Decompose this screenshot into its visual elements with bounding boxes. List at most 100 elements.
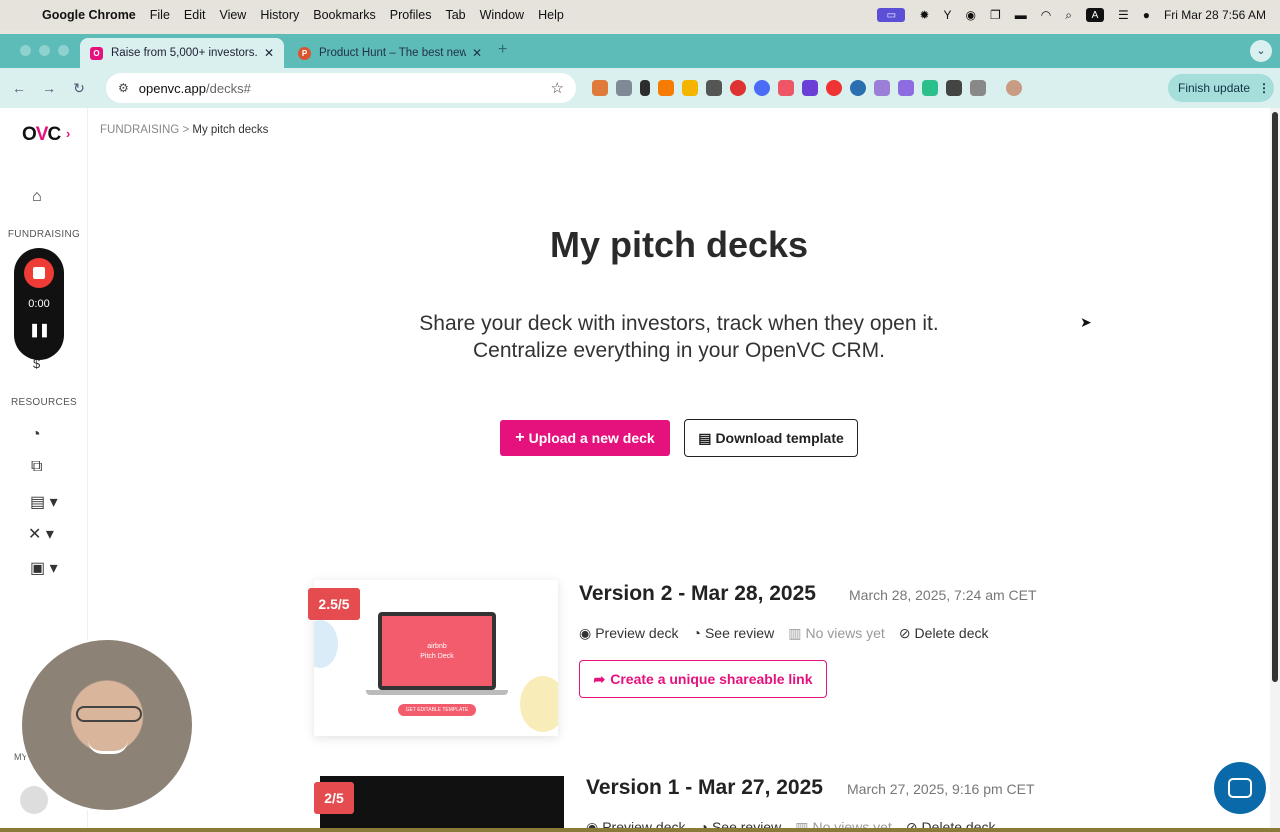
dashboard-gauge-icon[interactable]: ◔ (31, 426, 41, 444)
menu-help[interactable]: Help (538, 8, 564, 22)
extension-icon[interactable] (706, 80, 722, 96)
extension-icon[interactable] (850, 80, 866, 96)
webcam-overlay (20, 638, 194, 812)
book-dropdown-icon[interactable]: ▤ ▾ (30, 492, 58, 512)
tab-product-hunt[interactable]: P Product Hunt – The best new ✕ (288, 38, 492, 68)
thumb-title: Pitch Deck (420, 652, 454, 660)
openvc-logo[interactable]: OVC (22, 124, 61, 146)
menu-bookmarks[interactable]: Bookmarks (313, 8, 376, 22)
see-review-label: See review (711, 819, 782, 828)
back-arrow-icon[interactable]: ← (4, 80, 34, 96)
create-shareable-link-button[interactable]: ➦ Create a unique shareable link (579, 660, 827, 698)
decor-blob (314, 620, 338, 668)
close-window-button[interactable] (20, 45, 31, 56)
brightness-icon[interactable]: ✹ (919, 8, 929, 22)
spotlight-icon[interactable]: ⌕ (1065, 8, 1072, 23)
eyedropper-icon[interactable] (640, 80, 650, 96)
download-template-button[interactable]: ▤ Download template (684, 419, 858, 457)
finish-update-button[interactable]: Finish update ⋮ (1168, 74, 1274, 102)
delete-deck-link[interactable]: ⊘ Delete deck (906, 819, 996, 828)
menu-tab[interactable]: Tab (445, 8, 465, 22)
menu-window[interactable]: Window (480, 8, 524, 22)
extension-icon[interactable] (922, 80, 938, 96)
menu-file[interactable]: File (150, 8, 170, 22)
scrollbar-thumb[interactable] (1272, 112, 1278, 682)
site-info-icon[interactable]: ⚙ (118, 81, 129, 95)
views-label: No views yet (812, 819, 892, 828)
home-icon[interactable]: ⌂ (32, 188, 42, 206)
menu-edit[interactable]: Edit (184, 8, 206, 22)
adblock-icon[interactable] (826, 80, 842, 96)
close-tab-icon[interactable]: ✕ (264, 46, 274, 60)
new-tab-button[interactable]: + (498, 41, 507, 59)
plus-icon: + (515, 429, 525, 446)
screen-share-icon[interactable]: ▭ (877, 8, 906, 22)
preview-deck-link[interactable]: ◉ Preview deck (586, 819, 685, 828)
wifi-icon[interactable]: ◠ (1041, 8, 1051, 22)
chat-widget-button[interactable] (1214, 762, 1266, 814)
user-avatar[interactable] (20, 786, 48, 814)
page-scrollbar[interactable] (1270, 108, 1280, 828)
delete-deck-link[interactable]: ⊘ Delete deck (899, 625, 989, 642)
bookmark-star-icon[interactable]: ☆ (551, 79, 564, 97)
deck-version-title: Version 2 - Mar 28, 2025 (579, 582, 816, 605)
extension-icon[interactable] (874, 80, 890, 96)
pause-icon[interactable]: ❚❚ (14, 322, 64, 338)
wechat-icon[interactable]: ◉ (965, 8, 975, 22)
menu-view[interactable]: View (219, 8, 246, 22)
tags-icon[interactable]: ⧉ (31, 458, 42, 476)
battery-icon[interactable]: ▬ (1015, 8, 1027, 22)
extension-icon[interactable] (898, 80, 914, 96)
reload-icon[interactable]: ↻ (64, 80, 94, 97)
tab-title: Raise from 5,000+ investors. (111, 47, 258, 59)
extension-icon[interactable] (946, 80, 962, 96)
tools-dropdown-icon[interactable]: ✕ ▾ (28, 524, 54, 544)
upload-deck-button[interactable]: + Upload a new deck (500, 420, 670, 456)
subtitle-line-2: Centralize everything in your OpenVC CRM… (472, 339, 885, 362)
extension-icon[interactable] (754, 80, 770, 96)
upload-deck-label: Upload a new deck (528, 430, 655, 446)
menu-clock[interactable]: Fri Mar 28 7:56 AM (1164, 8, 1266, 22)
extension-icon[interactable] (616, 80, 632, 96)
extension-icon[interactable] (802, 80, 818, 96)
decor-blob (520, 676, 558, 732)
breadcrumb-parent[interactable]: FUNDRAISING (100, 124, 179, 136)
see-review-link[interactable]: ◔ See review (699, 819, 781, 828)
page-title: My pitch decks (549, 224, 809, 265)
profile-avatar-icon[interactable] (1006, 80, 1022, 96)
browser-tab-strip: O Raise from 5,000+ investors. ✕ P Produ… (0, 34, 1280, 68)
address-bar[interactable]: ⚙ openvc.app/decks# ☆ (106, 73, 576, 103)
window-icon[interactable]: ❐ (990, 8, 1001, 22)
deck-thumbnail[interactable] (320, 776, 564, 828)
menu-profiles[interactable]: Profiles (390, 8, 432, 22)
zoom-window-button[interactable] (58, 45, 69, 56)
logo-c: C (47, 124, 61, 145)
tab-openvc[interactable]: O Raise from 5,000+ investors. ✕ (80, 38, 284, 68)
chat-bubble-icon (1228, 778, 1252, 798)
extension-icon[interactable] (778, 80, 794, 96)
preview-deck-link[interactable]: ◉ Preview deck (579, 625, 678, 642)
breadcrumb-separator: > (182, 124, 190, 136)
control-center-icon[interactable]: ☰ (1118, 8, 1129, 22)
stop-recording-button[interactable] (24, 258, 54, 288)
close-tab-icon[interactable]: ✕ (472, 46, 482, 60)
tab-search-chevron-icon[interactable]: ⌄ (1250, 40, 1272, 62)
minimize-window-button[interactable] (39, 45, 50, 56)
input-source-icon[interactable]: A (1085, 8, 1104, 22)
see-review-link[interactable]: ◔ See review (692, 625, 774, 642)
menu-history[interactable]: History (260, 8, 299, 22)
eye-icon: ◉ (579, 625, 592, 641)
contact-card-dropdown-icon[interactable]: ▣ ▾ (30, 558, 58, 578)
hubspot-icon[interactable] (658, 80, 674, 96)
puzzle-icon[interactable] (970, 80, 986, 96)
extension-icon[interactable] (592, 80, 608, 96)
extension-icon[interactable] (730, 80, 746, 96)
extension-icon[interactable] (682, 80, 698, 96)
forward-arrow-icon[interactable]: → (34, 80, 64, 96)
menu-app-name[interactable]: Google Chrome (42, 8, 136, 22)
siri-icon[interactable]: ● (1143, 8, 1150, 22)
app-status-icon[interactable]: Y (943, 8, 951, 22)
page-subtitle: Share your deck with investors, track wh… (330, 310, 1028, 364)
share-link-label: Create a unique shareable link (610, 671, 813, 687)
sidebar-expand-chevron-icon[interactable]: › (66, 126, 70, 141)
